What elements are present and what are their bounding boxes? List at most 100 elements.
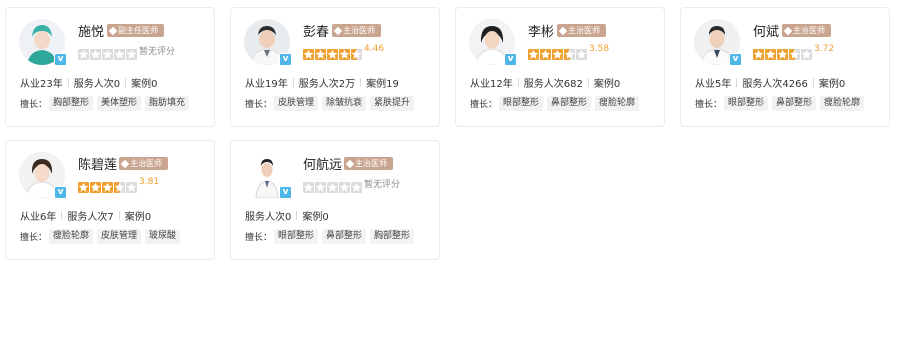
verified-icon: v [279,53,292,66]
doctor-card[interactable]: v 施悦 副主任医师 暂无评分 从业23年 服务人次0 案例0 擅长： 胸部整形… [5,7,215,127]
star-icon [126,178,137,193]
star-icon [78,45,89,60]
star-icon [801,45,812,60]
service-count: 服务人次0 [245,212,292,223]
verified-icon: v [54,186,67,199]
service-count: 服务人次682 [523,79,583,90]
specialty-tags: 擅长： 皮肤管理 除皱抗衰 紧肤提升 [245,96,418,111]
doctor-name[interactable]: 陈碧莲 [78,154,117,173]
rating-text: 暂无评分 [364,180,401,190]
doctor-name[interactable]: 彭春 [303,21,329,40]
case-count: 案例0 [131,79,158,90]
tags-label: 擅长： [695,100,723,110]
specialty-tags: 擅长： 眼部整形 鼻部整形 瘦脸轮廓 [470,96,643,111]
experience-years: 从业23年 [20,79,63,90]
stats-row: 从业5年 服务人次4266 案例0 [695,75,845,90]
star-icon [351,45,362,60]
specialty-tag[interactable]: 紧肤提升 [370,96,415,111]
star-rating [78,45,137,60]
tags-label: 擅长： [245,100,273,110]
specialty-tag[interactable]: 瘦脸轮廓 [820,96,865,111]
specialty-tag[interactable]: 美体塑形 [97,96,142,111]
star-rating [303,45,362,60]
specialty-tag[interactable]: 胸部整形 [370,229,415,244]
stats-row: 从业12年 服务人次682 案例0 [470,75,620,90]
avatar: v [19,152,67,199]
rating-score: 4.46 [364,44,385,54]
verified-icon: v [504,53,517,66]
star-icon [351,178,362,193]
star-icon [102,45,113,60]
stats-row: 从业23年 服务人次0 案例0 [20,75,157,90]
service-count: 服务人次7 [67,212,114,223]
specialty-tag[interactable]: 鼻部整形 [547,96,592,111]
doctor-card[interactable]: v 何斌 主治医师 3.72 从业5年 服务人次4266 案例0 擅长： 眼部整… [680,7,890,127]
avatar: v [469,19,517,66]
specialty-tags: 擅长： 瘦脸轮廓 皮肤管理 玻尿酸 [20,229,184,244]
stats-row: 从业19年 服务人次2万 案例19 [245,75,399,90]
doctor-name[interactable]: 何斌 [753,21,779,40]
service-count: 服务人次0 [73,79,121,90]
specialty-tag[interactable]: 皮肤管理 [97,229,142,244]
doctor-name[interactable]: 李彬 [528,21,554,40]
title-badge: 副主任医师 [107,24,164,37]
star-icon [126,45,137,60]
doctor-card[interactable]: v 彭春 主治医师 4.46 从业19年 服务人次2万 案例19 擅长： 皮肤管… [230,7,440,127]
title-badge: 主治医师 [332,24,381,37]
specialty-tag[interactable]: 鼻部整形 [772,96,817,111]
star-icon [90,45,101,60]
star-rating [303,178,362,193]
experience-years: 从业19年 [245,79,288,90]
tags-label: 擅长： [470,100,498,110]
verified-icon: v [279,186,292,199]
avatar: v [19,19,67,66]
star-icon [303,178,314,193]
star-icon [327,45,338,60]
doctor-name[interactable]: 何航远 [303,154,342,173]
specialty-tag[interactable]: 鼻部整形 [322,229,367,244]
doctor-card[interactable]: v 陈碧莲 主治医师 3.81 从业6年 服务人次7 案例0 擅长： 瘦脸轮廓 … [5,140,215,260]
star-icon [303,45,314,60]
specialty-tags: 擅长： 眼部整形 鼻部整形 瘦脸轮廓 [695,96,868,111]
star-icon [315,178,326,193]
star-icon [528,45,539,60]
case-count: 案例0 [818,79,846,90]
star-icon [114,178,125,193]
specialty-tag[interactable]: 玻尿酸 [145,229,181,244]
avatar: v [244,152,292,199]
star-icon [777,45,788,60]
rating-score: 3.81 [139,177,160,187]
specialty-tag[interactable]: 眼部整形 [724,96,769,111]
avatar: v [694,19,742,66]
rating-score: 3.58 [589,44,610,54]
stats-row: 服务人次0 案例0 [245,208,329,223]
specialty-tag[interactable]: 脂肪填充 [145,96,190,111]
specialty-tag[interactable]: 皮肤管理 [274,96,319,111]
doctor-card[interactable]: v 李彬 主治医师 3.58 从业12年 服务人次682 案例0 擅长： 眼部整… [455,7,665,127]
stats-row: 从业6年 服务人次7 案例0 [20,208,151,223]
doctor-name[interactable]: 施悦 [78,21,104,40]
star-icon [789,45,800,60]
doctor-card[interactable]: v 何航远 主治医师 暂无评分 服务人次0 案例0 擅长： 眼部整形 鼻部整形 … [230,140,440,260]
rating-text: 暂无评分 [139,47,176,57]
service-count: 服务人次2万 [298,79,356,90]
specialty-tag[interactable]: 胸部整形 [49,96,94,111]
star-icon [564,45,575,60]
star-icon [576,45,587,60]
star-icon [78,178,89,193]
case-count: 案例0 [593,79,621,90]
star-icon [765,45,776,60]
specialty-tag[interactable]: 眼部整形 [499,96,544,111]
specialty-tag[interactable]: 瘦脸轮廓 [49,229,94,244]
rating-score: 3.72 [814,44,835,54]
verified-icon: v [54,53,67,66]
specialty-tag[interactable]: 瘦脸轮廓 [595,96,640,111]
star-icon [552,45,563,60]
experience-years: 从业6年 [20,212,57,223]
specialty-tag[interactable]: 眼部整形 [274,229,319,244]
experience-years: 从业12年 [470,79,513,90]
verified-icon: v [729,53,742,66]
specialty-tag[interactable]: 除皱抗衰 [322,96,367,111]
star-icon [315,45,326,60]
star-rating [78,178,137,193]
